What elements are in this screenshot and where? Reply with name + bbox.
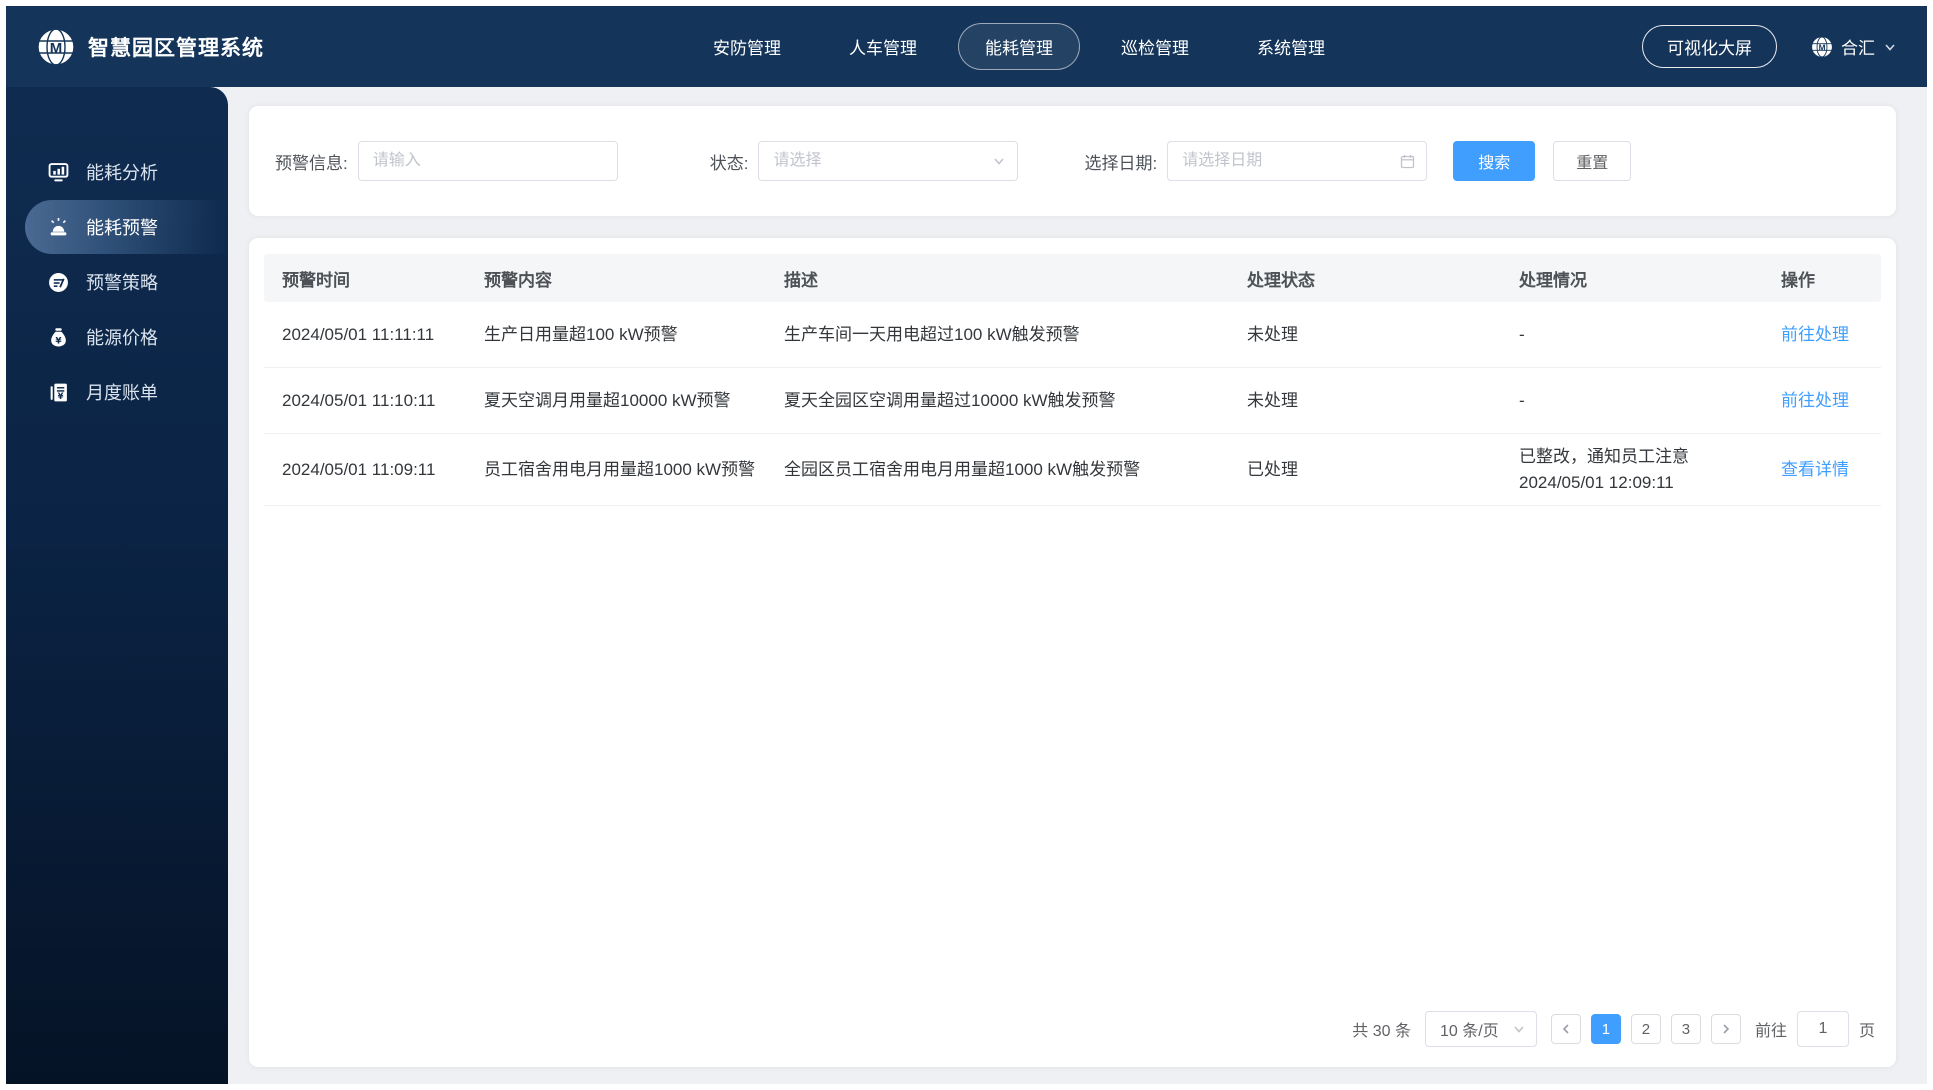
go-handle-link[interactable]: 前往处理 (1763, 312, 1881, 358)
col-warning-content: 预警内容 (484, 270, 552, 290)
filter-bar: 预警信息: 状态: 选择日期: (248, 105, 1897, 217)
sidebar-item-energy-analysis[interactable]: 能耗分析 (6, 145, 228, 199)
pager: 1 2 3 (1550, 1014, 1741, 1044)
cell-description: 夏天全园区空调用量超过10000 kW触发预警 (784, 390, 1116, 410)
sidebar-item-energy-warning[interactable]: 能耗预警 (25, 200, 228, 254)
cell-handle-status: 未处理 (1247, 390, 1298, 410)
status-select[interactable] (758, 141, 1019, 181)
page-size-select[interactable]: 10 条/页 (1424, 1011, 1537, 1047)
table-row: 2024/05/01 11:10:11 夏天空调月用量超10000 kW预警 夏… (264, 368, 1881, 434)
sidebar: 能耗分析 能耗预警 预警策略 ¥ 能源价格 ¥ 月度账单 (6, 87, 228, 1084)
handle-detail-line2: 2024/05/01 12:09:11 (1519, 472, 1674, 492)
table-row: 2024/05/01 11:09:11 员工宿舍用电月用量超1000 kW预警 … (264, 434, 1881, 506)
user-avatar: M (1811, 36, 1833, 58)
table-header-row: 预警时间 预警内容 描述 处理状态 处理情况 操作 (264, 254, 1881, 302)
nav-item-people-vehicle[interactable]: 人车管理 (822, 23, 944, 70)
cell-warning-time: 2024/05/01 11:09:11 (282, 459, 436, 479)
nav-item-security[interactable]: 安防管理 (686, 23, 808, 70)
col-handle-detail: 处理情况 (1519, 270, 1587, 290)
chevron-down-icon (1512, 1022, 1526, 1036)
visual-big-screen-button[interactable]: 可视化大屏 (1642, 25, 1777, 68)
goto-label: 前往 (1754, 1023, 1787, 1040)
svg-text:M: M (50, 40, 63, 57)
sidebar-item-warning-strategy[interactable]: 预警策略 (6, 255, 228, 309)
cell-handle-detail: - (1519, 390, 1525, 410)
page-button-3[interactable]: 3 (1670, 1014, 1701, 1044)
cell-warning-content: 生产日用量超100 kW预警 (484, 324, 678, 344)
user-menu[interactable]: M 合汇 (1811, 34, 1897, 59)
sidebar-item-label: 能耗预警 (86, 218, 158, 238)
page-button-1[interactable]: 1 (1590, 1014, 1621, 1044)
sidebar-item-label: 预警策略 (86, 273, 158, 293)
cell-handle-detail: 已整改，通知员工注意 2024/05/01 12:09:11 (1501, 434, 1763, 505)
cell-description: 生产车间一天用电超过100 kW触发预警 (784, 324, 1080, 344)
sidebar-item-label: 月度账单 (86, 383, 158, 403)
table-row: 2024/05/01 11:11:11 生产日用量超100 kW预警 生产车间一… (264, 302, 1881, 368)
nav-item-inspection[interactable]: 巡检管理 (1094, 23, 1216, 70)
cell-handle-status: 已处理 (1247, 459, 1298, 479)
cell-warning-time: 2024/05/01 11:11:11 (282, 324, 435, 344)
goto-page-input[interactable] (1796, 1011, 1849, 1047)
nav-item-system[interactable]: 系统管理 (1230, 23, 1352, 70)
chart-monitor-icon (48, 162, 69, 183)
search-button[interactable]: 搜索 (1453, 141, 1536, 181)
svg-text:M: M (1819, 43, 1826, 52)
date-picker[interactable] (1167, 141, 1428, 181)
total-count: 共 30 条 (1352, 1023, 1411, 1040)
warning-info-label: 预警信息: (275, 153, 348, 173)
handle-detail-line1: 已整改，通知员工注意 (1519, 447, 1689, 466)
svg-text:¥: ¥ (58, 391, 64, 401)
cell-warning-content: 夏天空调月用量超10000 kW预警 (484, 390, 731, 410)
warning-table-card: 预警时间 预警内容 描述 处理状态 处理情况 操作 2024/05/01 11:… (248, 237, 1897, 1068)
date-picker-input[interactable] (1167, 141, 1428, 181)
user-name: 合汇 (1841, 39, 1875, 58)
cell-description: 全园区员工宿舍用电月用量超1000 kW触发预警 (784, 459, 1141, 479)
app-root: M 智慧园区管理系统 安防管理 人车管理 能耗管理 巡检管理 系统管理 可视化大… (0, 0, 1933, 1090)
reset-button[interactable]: 重置 (1553, 141, 1632, 181)
status-label: 状态: (709, 153, 749, 173)
bill-receipt-icon: ¥ (48, 382, 69, 403)
svg-text:¥: ¥ (55, 336, 62, 346)
cell-handle-detail: - (1519, 324, 1525, 344)
nav-item-energy[interactable]: 能耗管理 (958, 23, 1080, 70)
pagination: 共 30 条 10 条/页 1 2 3 前往 1 页 (264, 997, 1881, 1047)
sidebar-item-label: 能耗分析 (86, 163, 158, 183)
col-actions: 操作 (1781, 270, 1815, 290)
sidebar-item-energy-price[interactable]: ¥ 能源价格 (6, 310, 228, 364)
app-title: 智慧园区管理系统 (88, 36, 264, 60)
cell-warning-time: 2024/05/01 11:10:11 (282, 390, 436, 410)
go-handle-link[interactable]: 前往处理 (1763, 378, 1881, 424)
status-select-input[interactable] (758, 141, 1019, 181)
sidebar-item-monthly-bill[interactable]: ¥ 月度账单 (6, 365, 228, 419)
sidebar-item-label: 能源价格 (86, 328, 158, 348)
brand: M 智慧园区管理系统 (36, 27, 396, 67)
money-bag-icon: ¥ (48, 327, 69, 348)
date-label: 选择日期: (1084, 153, 1158, 173)
cell-warning-content: 员工宿舍用电月用量超1000 kW预警 (484, 459, 756, 479)
prev-page-button[interactable] (1550, 1014, 1581, 1044)
topbar-right: 可视化大屏 M 合汇 (1642, 25, 1897, 68)
chevron-down-icon (1883, 40, 1897, 54)
goto-page: 前往 页 (1755, 1011, 1875, 1047)
page-suffix-label: 页 (1858, 1023, 1875, 1040)
cell-handle-status: 未处理 (1247, 324, 1298, 344)
col-description: 描述 (784, 270, 818, 290)
page-button-2[interactable]: 2 (1630, 1014, 1661, 1044)
main-content: 预警信息: 状态: 选择日期: (228, 87, 1927, 1084)
strategy-pen-icon (48, 272, 69, 293)
warning-info-field (357, 141, 618, 181)
top-nav: 安防管理 人车管理 能耗管理 巡检管理 系统管理 (396, 23, 1642, 70)
view-detail-link[interactable]: 查看详情 (1763, 447, 1881, 493)
warning-table: 预警时间 预警内容 描述 处理状态 处理情况 操作 2024/05/01 11:… (264, 254, 1881, 506)
globe-logo-icon: M (36, 27, 76, 67)
top-header: M 智慧园区管理系统 安防管理 人车管理 能耗管理 巡检管理 系统管理 可视化大… (6, 6, 1927, 87)
alarm-siren-icon (48, 217, 69, 238)
col-warning-time: 预警时间 (282, 270, 350, 290)
next-page-button[interactable] (1710, 1014, 1741, 1044)
warning-info-input[interactable] (357, 141, 618, 181)
body: 能耗分析 能耗预警 预警策略 ¥ 能源价格 ¥ 月度账单 预警信息: 请输入 状… (6, 87, 1927, 1084)
page-size-value: 10 条/页 (1439, 1023, 1499, 1040)
col-handle-status: 处理状态 (1247, 270, 1315, 290)
